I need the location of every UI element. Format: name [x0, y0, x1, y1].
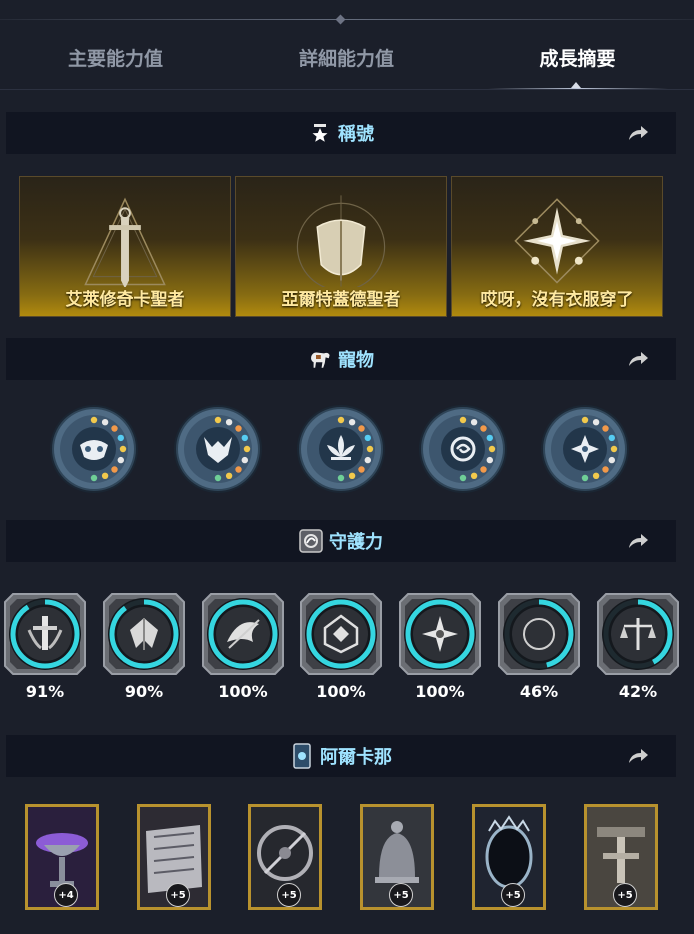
lotus-pet-icon: [297, 405, 385, 493]
share-arrow-icon: [629, 126, 648, 140]
tabs-divider: [0, 89, 694, 90]
star-flower-pet-icon: [541, 405, 629, 493]
guardian-item[interactable]: 90%: [102, 592, 186, 704]
active-tab-caret-icon: [571, 82, 581, 88]
pet-slot[interactable]: [541, 405, 629, 493]
arkana-card[interactable]: +5: [137, 804, 211, 910]
tab-bar: 主要能力值 詳細能力值 成長摘要: [0, 28, 694, 90]
guardian-star-icon: [399, 593, 481, 675]
pets-section-header: 寵物: [6, 338, 676, 380]
tab-main-stats[interactable]: 主要能力值: [0, 28, 231, 86]
guardian-percent-label: 90%: [124, 682, 164, 701]
pet-slot[interactable]: [297, 405, 385, 493]
tab-detailed-stats[interactable]: 詳細能力值: [231, 28, 462, 86]
arkana-card[interactable]: +5: [584, 804, 658, 910]
arkana-card[interactable]: +5: [360, 804, 434, 910]
guardian-percent-label: 46%: [519, 682, 559, 701]
guardian-bird-icon: [202, 593, 284, 675]
pets-section-title: 寵物: [338, 350, 374, 371]
owl-mask-pet-icon: [50, 405, 138, 493]
guardian-item[interactable]: 100%: [299, 592, 383, 704]
guardian-percent-label: 100%: [218, 682, 268, 701]
arkana-section-header: 阿爾卡那: [6, 735, 676, 777]
guardian-wing-icon: [103, 593, 185, 675]
arkana-level-badge: +5: [166, 883, 190, 907]
guardian-percent-label: 100%: [316, 682, 366, 701]
sword-triangle-emblem-icon: [84, 197, 166, 287]
share-arrow-icon: [629, 749, 648, 763]
arkana-card[interactable]: +5: [472, 804, 546, 910]
arkana-level-badge: +5: [389, 883, 413, 907]
arkana-level-badge: +5: [613, 883, 637, 907]
title-label-3: 哎呀，沒有衣服穿了: [480, 290, 634, 310]
title-label-2: 亞爾特蓋德聖者: [281, 290, 401, 310]
arkana-level-badge: +5: [501, 883, 525, 907]
wolf-pet-icon: [174, 405, 262, 493]
titles-section-title: 稱號: [338, 124, 374, 145]
arkana-level-badge: +4: [54, 883, 78, 907]
guardian-section-header: 守護力: [6, 520, 676, 562]
arkana-card[interactable]: +4: [25, 804, 99, 910]
shield-emblem-icon: [296, 195, 386, 287]
pets-share-button[interactable]: [626, 348, 650, 370]
top-divider: [0, 19, 694, 20]
pet-slot[interactable]: [419, 405, 507, 493]
title-label-1: 艾萊修奇卡聖者: [65, 290, 185, 310]
guardian-rune-icon: [299, 529, 323, 553]
share-arrow-icon: [629, 352, 648, 366]
titles-section-header: 稱號: [6, 112, 676, 154]
share-arrow-icon: [629, 534, 648, 548]
guardian-item[interactable]: 91%: [3, 592, 87, 704]
guardian-section-title: 守護力: [329, 532, 383, 553]
guardian-item[interactable]: 100%: [398, 592, 482, 704]
compass-star-emblem-icon: [514, 198, 600, 284]
guardian-hex-icon: [300, 593, 382, 675]
arkana-share-button[interactable]: [626, 745, 650, 767]
star-medal-icon: [308, 121, 332, 145]
guardian-moon-icon: [498, 593, 580, 675]
pet-slot[interactable]: [174, 405, 262, 493]
guardian-percent-label: 100%: [415, 682, 465, 701]
title-card-3[interactable]: 哎呀，沒有衣服穿了: [451, 176, 663, 317]
guardian-sword-icon: [4, 593, 86, 675]
guardian-scales-icon: [597, 593, 679, 675]
title-card-1[interactable]: 艾萊修奇卡聖者: [19, 176, 231, 317]
guardian-item[interactable]: 100%: [201, 592, 285, 704]
title-card-2[interactable]: 亞爾特蓋德聖者: [235, 176, 447, 317]
arkana-level-badge: +5: [277, 883, 301, 907]
horse-icon: [308, 347, 332, 371]
divider-diamond-icon: [335, 14, 346, 25]
pet-slot[interactable]: [50, 405, 138, 493]
arkana-section-title: 阿爾卡那: [320, 747, 392, 768]
tab-growth-summary[interactable]: 成長摘要: [462, 28, 693, 86]
titles-share-button[interactable]: [626, 122, 650, 144]
guardian-percent-label: 42%: [618, 682, 658, 701]
card-icon: [290, 743, 314, 769]
arkana-card[interactable]: +5: [248, 804, 322, 910]
eye-swirl-pet-icon: [419, 405, 507, 493]
guardian-item[interactable]: 46%: [497, 592, 581, 704]
guardian-item[interactable]: 42%: [596, 592, 680, 704]
guardian-percent-label: 91%: [25, 682, 65, 701]
guardian-share-button[interactable]: [626, 530, 650, 552]
